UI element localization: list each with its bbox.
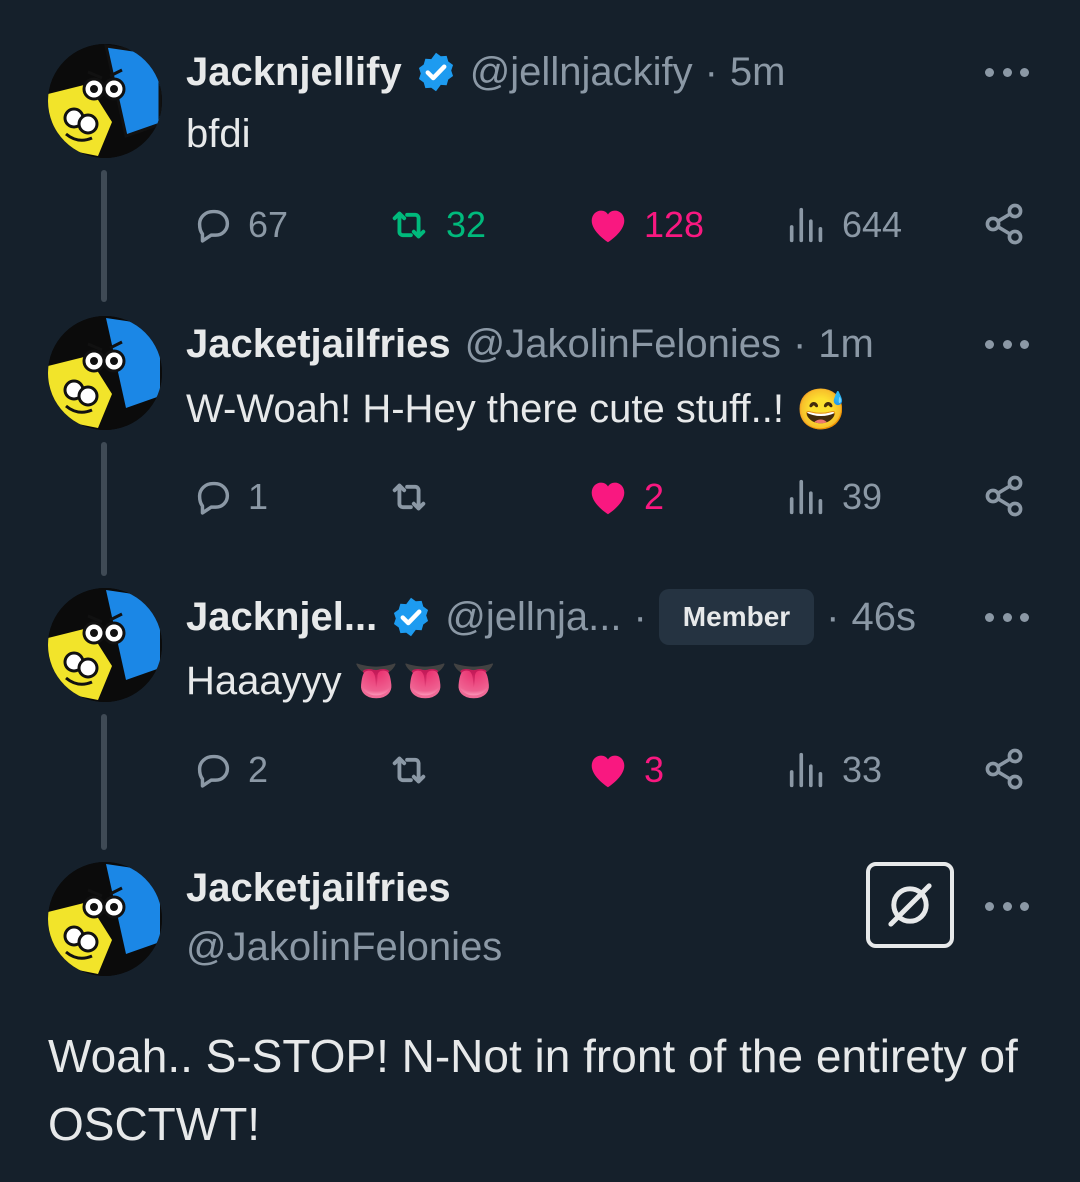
tweet-actions: 67 32 128 644 [186,200,1046,250]
retweet-button[interactable]: 32 [384,202,486,248]
share-icon [985,475,1023,517]
handle[interactable]: @jellnja... [445,597,621,637]
tweet-actions: 2 3 33 [186,745,1046,795]
retweet-icon [392,483,426,511]
separator: · [633,595,647,639]
verified-badge-icon [394,597,429,637]
share-button[interactable] [980,745,1028,793]
verified-badge-icon [418,52,453,92]
views-icon [789,479,823,515]
retweet-icon [392,756,426,784]
views-icon [789,207,823,243]
retweet-button[interactable] [384,474,446,520]
handle[interactable]: @jellnjackify [470,52,693,92]
display-name[interactable]: Jacknjellify [186,52,402,92]
tweet-actions: 1 2 39 [186,472,1046,522]
tweet-text: Haaayyy 👅👅👅 [186,658,501,703]
tweet-header: Jacketjailfries @JakolinFelonies · 1m [186,324,874,364]
handle[interactable]: @JakolinFelonies [465,324,781,364]
avatar[interactable] [48,316,162,430]
views-button[interactable]: 39 [784,474,882,520]
avatar[interactable] [48,588,162,702]
display-name[interactable]: Jacketjailfries [186,866,451,911]
views-count: 644 [842,204,903,245]
like-button[interactable]: 3 [584,747,664,793]
like-button[interactable]: 2 [584,474,664,520]
tweet-text: W-Woah! H-Hey there cute stuff..! 😅 [186,386,846,432]
share-icon [985,748,1023,790]
retweet-count: 32 [446,204,487,245]
reply-button[interactable]: 67 [190,202,288,248]
separator: · [826,595,840,639]
more-icon[interactable] [985,66,1029,78]
tweet-text: Woah.. S-STOP! N-Not in front of the ent… [48,1030,1018,1150]
views-count: 39 [842,476,883,517]
like-count: 128 [644,204,705,245]
more-icon[interactable] [985,900,1029,912]
tweet-header: Jacknjel... @jellnja... · Member · 46s [186,588,916,646]
share-button[interactable] [980,472,1028,520]
grok-button[interactable] [866,862,954,948]
reply-icon [197,209,230,243]
like-icon [591,482,625,515]
retweet-button[interactable] [384,747,446,793]
thread-line [101,714,107,850]
share-button[interactable] [980,200,1028,248]
tweet-header: Jacknjellify @jellnjackify · 5m [186,50,785,94]
reply-icon [197,754,230,788]
reply-button[interactable]: 1 [190,474,268,520]
reply-count: 67 [248,204,289,245]
reply-count: 2 [248,749,269,790]
display-name[interactable]: Jacknjel... [186,597,377,637]
avatar[interactable] [48,44,162,158]
like-icon [591,210,625,243]
like-count: 2 [644,476,665,517]
like-icon [591,755,625,788]
sweat-smile-emoji: 😅 [796,387,846,432]
views-icon [789,752,823,788]
more-icon[interactable] [985,338,1029,350]
display-name[interactable]: Jacketjailfries [186,324,451,364]
handle[interactable]: @JakolinFelonies [186,925,502,970]
views-button[interactable]: 33 [784,747,882,793]
views-button[interactable]: 644 [784,202,902,248]
separator: · [704,50,718,94]
thread-line [101,442,107,576]
share-icon [985,203,1023,245]
like-count: 3 [644,749,665,790]
more-icon[interactable] [985,611,1029,623]
reply-button[interactable]: 2 [190,747,268,793]
timestamp[interactable]: 1m [818,324,874,364]
grok-icon [888,883,932,927]
timestamp[interactable]: 46s [852,597,917,637]
member-badge: Member [658,589,815,645]
timestamp[interactable]: 5m [730,52,786,92]
tweet-text: bfdi [186,111,251,156]
views-count: 33 [842,749,883,790]
tongue-emoji: 👅👅👅 [353,660,501,701]
reply-icon [197,481,230,515]
avatar[interactable] [48,862,162,976]
like-button[interactable]: 128 [584,202,704,248]
separator: · [792,322,807,366]
retweet-icon [392,211,426,239]
thread-line [101,170,107,302]
reply-count: 1 [248,476,269,517]
